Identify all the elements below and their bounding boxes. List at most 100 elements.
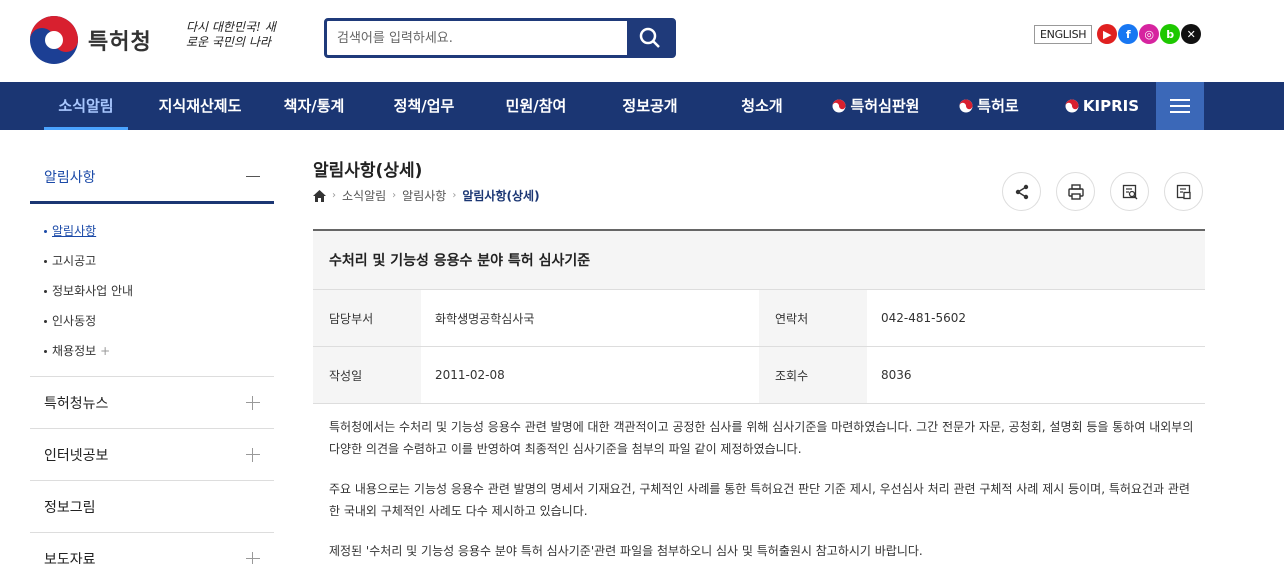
page-tools [1002, 172, 1203, 211]
menu-button[interactable] [1156, 82, 1204, 130]
side-nav-title: 알림사항 [44, 169, 96, 186]
contact-value: 042-481-5602 [881, 311, 967, 325]
home-icon[interactable] [313, 189, 326, 202]
slogan: 다시 대한민국! 새로운 국민의 나라 [186, 20, 276, 49]
share-icon [1015, 184, 1028, 199]
side-nav-item-infographic[interactable]: 정보그림 [30, 480, 274, 532]
document-icon [1176, 184, 1191, 199]
breadcrumb-separator: › [392, 190, 397, 201]
bullet-icon [44, 320, 47, 323]
contact-label: 연락처 [759, 290, 867, 346]
submenu-item-announce[interactable]: 고시공고 [44, 246, 260, 276]
submenu-item-personnel[interactable]: 인사동정 [44, 306, 260, 336]
breadcrumb-item[interactable]: 소식알림 [342, 187, 386, 204]
collapse-icon [246, 176, 260, 177]
nav-item-civil[interactable]: 민원/참여 [494, 82, 578, 130]
print-icon [1067, 183, 1084, 200]
submenu-label: 고시공고 [52, 254, 97, 268]
document-search-icon [1122, 184, 1137, 199]
search-input[interactable] [327, 21, 627, 55]
taegeuk-logo-icon [30, 16, 78, 64]
nav-item-disclosure[interactable]: 정보공개 [608, 82, 692, 130]
body-paragraph: 주요 내용으로는 기능성 응용수 관련 발명의 명세서 기재요건, 구체적인 사… [329, 482, 1190, 518]
bullet-icon [44, 290, 47, 293]
youtube-icon[interactable]: ▶ [1097, 24, 1118, 44]
breadcrumb-item[interactable]: 알림사항 [402, 187, 446, 204]
instagram-icon[interactable]: ◎ [1139, 24, 1160, 44]
bullet-icon [44, 260, 47, 263]
search-button[interactable] [627, 21, 673, 55]
side-nav-header[interactable]: 알림사항 [30, 152, 274, 204]
side-nav-label: 정보그림 [44, 499, 96, 516]
nav-item-patentro-label: 특허로 [977, 97, 1019, 115]
side-nav-label: 보도자료 [44, 551, 96, 564]
dept-value: 화학생명공학심사국 [435, 311, 535, 326]
menu-icon [1170, 105, 1190, 107]
submenu-item-recruit[interactable]: 채용정보 + [44, 336, 260, 366]
breadcrumb-current: 알림사항(상세) [462, 189, 540, 203]
date-label: 작성일 [313, 347, 421, 403]
dept-label: 담당부서 [313, 290, 421, 346]
taegeuk-icon [959, 99, 973, 113]
util-links: ENGLISH ▶ f ◎ b ✕ [1034, 24, 1202, 44]
post-body: 특허청에서는 수처리 및 기능성 응용수 관련 발명에 대한 객관적이고 공정한… [329, 416, 1195, 564]
bullet-icon [44, 350, 47, 353]
menu-icon [1170, 99, 1190, 101]
site-header: 특허청 다시 대한민국! 새로운 국민의 나라 ENGLISH ▶ f ◎ b … [0, 0, 1284, 82]
submenu-label: 알림사항 [52, 224, 97, 238]
submenu-item-it-projects[interactable]: 정보화사업 안내 [44, 276, 260, 306]
submenu-label: 정보화사업 안내 [52, 284, 134, 298]
plus-icon [246, 447, 260, 462]
search-icon [639, 27, 660, 48]
search-box [324, 18, 676, 58]
nav-item-news[interactable]: 소식알림 [44, 82, 128, 130]
nav-item-about[interactable]: 청소개 [722, 82, 802, 130]
side-nav-item-kipo-news[interactable]: 특허청뉴스 [30, 376, 274, 428]
submenu-label: 채용정보 [52, 344, 97, 358]
x-icon[interactable]: ✕ [1181, 24, 1202, 44]
breadcrumb: › 소식알림 › 알림사항 › 알림사항(상세) [313, 187, 540, 204]
breadcrumb-separator: › [332, 190, 336, 201]
download-button[interactable] [1164, 172, 1203, 211]
main-nav: 소식알림 지식재산제도 책자/통계 정책/업무 민원/참여 정보공개 청소개 특… [0, 82, 1284, 130]
table-row: 담당부서 화학생명공학심사국 연락처 042-481-5602 [313, 290, 1205, 347]
post-title: 수처리 및 기능성 응용수 분야 특허 심사기준 [313, 231, 1205, 290]
body-paragraph: 제정된 '수처리 및 기능성 응용수 분야 특허 심사기준'관련 파일을 첨부하… [329, 544, 923, 558]
share-button[interactable] [1002, 172, 1041, 211]
nav-item-ip-system[interactable]: 지식재산제도 [148, 82, 252, 130]
nav-item-kipris[interactable]: KIPRIS [1056, 82, 1148, 130]
post-info-table: 수처리 및 기능성 응용수 분야 특허 심사기준 담당부서 화학생명공학심사국 … [313, 229, 1205, 404]
plus-icon [246, 395, 260, 410]
side-nav-item-gazette[interactable]: 인터넷공보 [30, 428, 274, 480]
submenu-item-notice[interactable]: 알림사항 [44, 216, 260, 246]
plus-icon [246, 551, 260, 564]
print-button[interactable] [1056, 172, 1095, 211]
nav-item-publications[interactable]: 책자/통계 [272, 82, 356, 130]
bullet-icon [44, 230, 47, 233]
nav-item-patentro[interactable]: 특허로 [944, 82, 1034, 130]
date-value: 2011-02-08 [435, 368, 505, 382]
nav-item-policy[interactable]: 정책/업무 [382, 82, 466, 130]
views-label: 조회수 [759, 347, 867, 403]
nav-item-kipris-label: KIPRIS [1082, 97, 1140, 115]
taegeuk-icon [1065, 99, 1079, 113]
blog-icon[interactable]: b [1160, 24, 1181, 44]
side-nav-item-press[interactable]: 보도자료 [30, 532, 274, 564]
body-paragraph: 특허청에서는 수처리 및 기능성 응용수 관련 발명에 대한 객관적이고 공정한… [329, 420, 1194, 456]
side-nav-submenu: 알림사항 고시공고 정보화사업 안내 인사동정 채용정보 + [30, 204, 274, 376]
views-value: 8036 [881, 368, 912, 382]
viewer-button[interactable] [1110, 172, 1149, 211]
side-nav-label: 인터넷공보 [44, 447, 109, 464]
nav-item-trial-label: 특허심판원 [850, 97, 920, 115]
submenu-label: 인사동정 [52, 314, 97, 328]
facebook-icon[interactable]: f [1118, 24, 1139, 44]
menu-icon [1170, 111, 1190, 113]
side-nav-label: 특허청뉴스 [44, 395, 109, 412]
side-nav: 알림사항 알림사항 고시공고 정보화사업 안내 인사동정 채용정보 + 특허청뉴스… [30, 152, 274, 564]
nav-item-trial[interactable]: 특허심판원 [820, 82, 932, 130]
table-row: 작성일 2011-02-08 조회수 8036 [313, 347, 1205, 404]
site-logo[interactable]: 특허청 [28, 14, 152, 66]
page-title: 알림사항(상세) [313, 161, 423, 181]
taegeuk-icon [832, 99, 846, 113]
english-link[interactable]: ENGLISH [1034, 24, 1093, 44]
